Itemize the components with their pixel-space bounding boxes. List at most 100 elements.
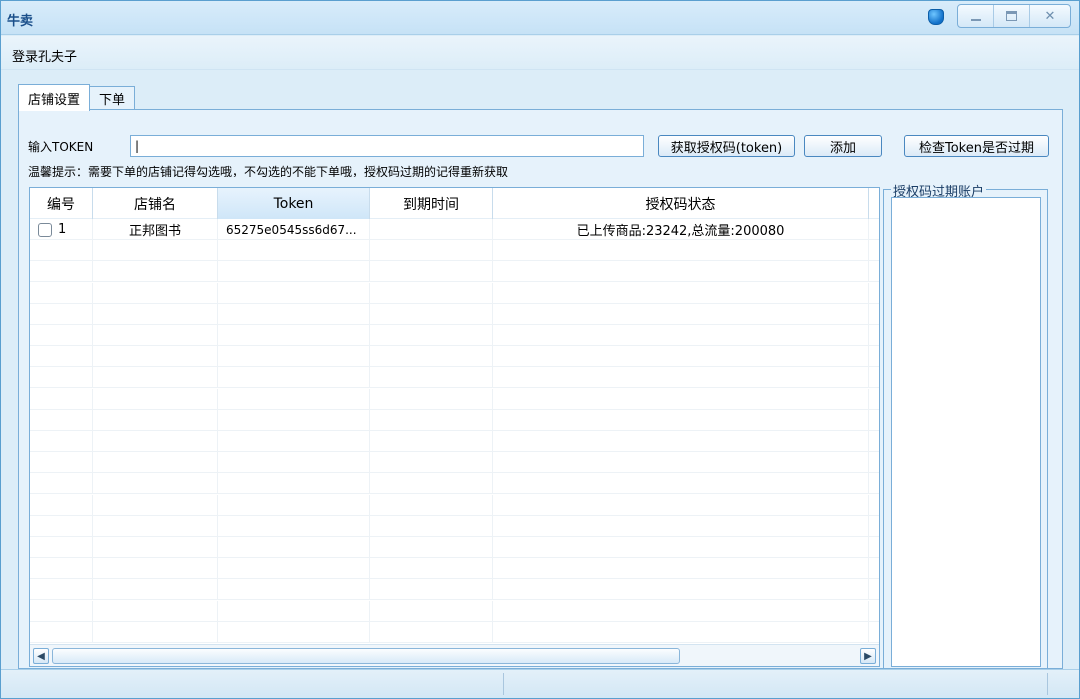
table-cell-empty	[218, 579, 370, 601]
table-row-empty	[30, 473, 879, 495]
table-cell-empty	[30, 303, 93, 325]
app-window: 牛卖 ✕ 登录孔夫子 店铺设置 下单 输入TOKEN | 获取授权码(token…	[0, 0, 1080, 699]
table-cell-empty	[370, 621, 493, 643]
tab-order[interactable]: 下单	[90, 86, 136, 110]
table-cell-empty	[493, 579, 869, 601]
table-cell-empty	[93, 367, 218, 389]
table-row[interactable]: 1 正邦图书 65275e0545ss6d67... 已上传商品:23242,总…	[30, 219, 879, 240]
table-cell-empty	[30, 473, 93, 495]
table-cell-empty	[370, 537, 493, 558]
table-row-empty	[30, 261, 879, 283]
table-cell-empty	[93, 473, 218, 495]
table-cell-empty	[493, 388, 869, 410]
table-cell-empty	[493, 367, 869, 389]
close-button[interactable]: ✕	[1030, 5, 1070, 27]
table-cell-empty	[493, 261, 869, 283]
table-row-empty	[30, 325, 879, 346]
table-cell-empty	[93, 261, 218, 283]
table-cell-empty	[370, 473, 493, 495]
table-row-empty	[30, 367, 879, 389]
table-cell-empty	[93, 240, 218, 262]
column-header-shop[interactable]: 店铺名	[93, 188, 218, 219]
token-input[interactable]: |	[130, 135, 644, 157]
column-header-id[interactable]: 编号	[30, 188, 93, 219]
get-code-button[interactable]: 获取授权码(token)	[658, 135, 795, 157]
expired-accounts-list[interactable]	[891, 197, 1041, 667]
table-cell-empty	[370, 579, 493, 601]
maximize-button[interactable]	[994, 5, 1030, 27]
table-row-empty	[30, 431, 879, 452]
close-icon: ✕	[1044, 8, 1056, 24]
table-cell-empty	[370, 452, 493, 474]
table-cell-empty	[493, 621, 869, 643]
table-body: 1 正邦图书 65275e0545ss6d67... 已上传商品:23242,总…	[30, 219, 879, 644]
table-cell-empty	[218, 600, 370, 622]
table-cell-empty	[493, 325, 869, 346]
table-cell-empty	[93, 494, 218, 516]
table-cell-empty	[370, 240, 493, 262]
column-header-status[interactable]: 授权码状态	[493, 188, 869, 219]
table-cell-empty	[370, 431, 493, 452]
horizontal-scrollbar[interactable]: ◀ ▶	[30, 644, 879, 666]
scroll-thumb[interactable]	[52, 648, 680, 664]
table-row-empty	[30, 409, 879, 431]
tab-shop-settings[interactable]: 店铺设置	[18, 84, 91, 111]
title-bar[interactable]: 牛卖 ✕	[1, 1, 1079, 35]
table-cell-empty	[370, 600, 493, 622]
table-row-empty	[30, 558, 879, 580]
menu-item-login[interactable]: 登录孔夫子	[12, 46, 77, 65]
status-bar	[1, 669, 1079, 698]
table-row-empty	[30, 600, 879, 622]
table-cell-empty	[218, 282, 370, 304]
table-cell-empty	[30, 282, 93, 304]
maximize-icon	[1006, 11, 1017, 21]
table-row-empty	[30, 282, 879, 304]
table-cell-empty	[493, 537, 869, 558]
table-cell-empty	[493, 473, 869, 495]
table-header: 编号 店铺名 Token 到期时间 授权码状态	[30, 188, 879, 219]
add-button[interactable]: 添加	[804, 135, 882, 157]
table-cell-empty	[218, 409, 370, 431]
table-cell-empty	[370, 388, 493, 410]
table-row-empty	[30, 346, 879, 368]
table-cell-empty	[218, 367, 370, 389]
table-cell-empty	[493, 600, 869, 622]
tab-strip: 店铺设置 下单	[18, 84, 136, 111]
table-cell-empty	[30, 558, 93, 580]
table-row-empty	[30, 303, 879, 325]
table-cell-empty	[30, 346, 93, 368]
skin-shirt-icon[interactable]	[927, 7, 945, 25]
table-cell-empty	[493, 282, 869, 304]
table-cell-empty	[93, 452, 218, 474]
table-cell-empty	[370, 282, 493, 304]
scroll-right-icon[interactable]: ▶	[860, 648, 876, 664]
column-header-expiry[interactable]: 到期时间	[370, 188, 493, 219]
table-cell-empty	[218, 515, 370, 537]
table-cell-empty	[493, 240, 869, 262]
table-cell-empty	[370, 346, 493, 368]
row-checkbox[interactable]	[38, 222, 52, 237]
table-cell-empty	[93, 515, 218, 537]
table-cell-empty	[218, 494, 370, 516]
table-cell-empty	[93, 431, 218, 452]
table-cell-empty	[370, 494, 493, 516]
table-cell-empty	[30, 409, 93, 431]
table-row-empty	[30, 621, 879, 643]
table-cell-empty	[218, 261, 370, 283]
minimize-icon	[970, 19, 981, 21]
table-cell-empty	[93, 537, 218, 558]
table-cell-empty	[218, 473, 370, 495]
table-cell-empty	[493, 409, 869, 431]
table-cell-empty	[30, 537, 93, 558]
scroll-left-icon[interactable]: ◀	[33, 648, 49, 664]
shop-table: 编号 店铺名 Token 到期时间 授权码状态 1 正邦图书 65275e054…	[29, 187, 880, 667]
row-id-cell: 1	[30, 219, 93, 240]
hint-text: 温馨提示：需要下单的店铺记得勾选哦，不勾选的不能下单哦，授权码过期的记得重新获取	[28, 165, 509, 177]
minimize-button[interactable]	[958, 5, 994, 27]
check-token-button[interactable]: 检查Token是否过期	[904, 135, 1049, 157]
table-cell-empty	[493, 452, 869, 474]
row-expiry	[370, 219, 493, 240]
column-header-token[interactable]: Token	[218, 188, 370, 219]
table-row-empty	[30, 579, 879, 601]
table-row-empty	[30, 388, 879, 410]
